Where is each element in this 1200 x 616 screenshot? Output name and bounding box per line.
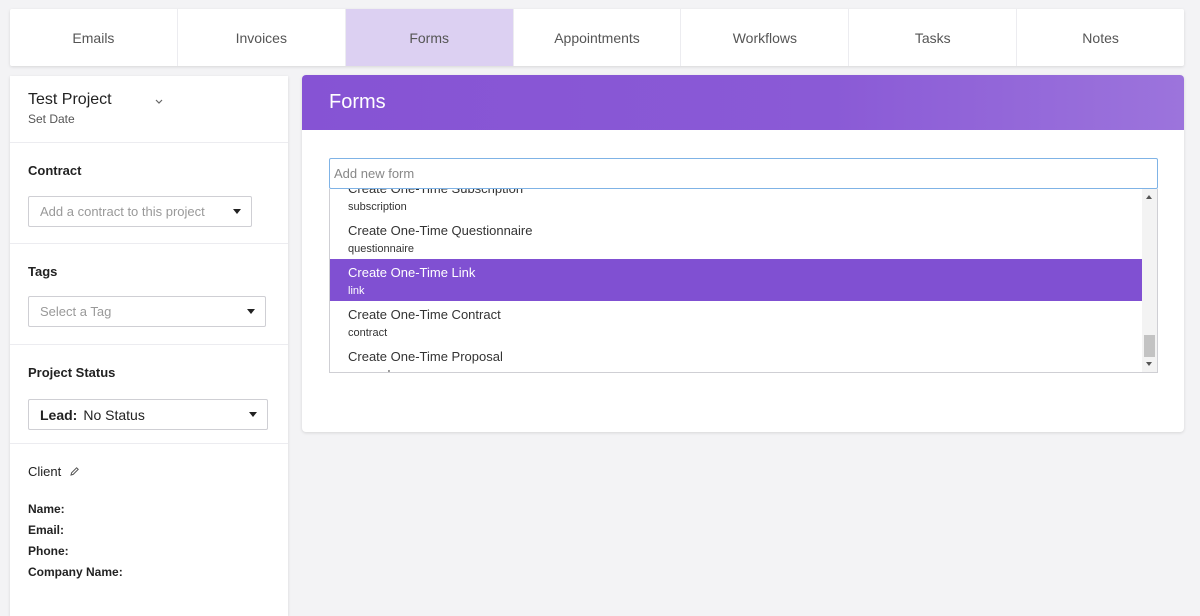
caret-down-icon (247, 309, 255, 314)
project-status-select[interactable]: Lead: No Status (28, 399, 268, 430)
client-company-label: Company Name: (28, 565, 123, 579)
contract-section: Contract Add a contract to this project (10, 143, 288, 244)
contract-label: Contract (28, 163, 82, 178)
pencil-icon[interactable] (69, 466, 80, 477)
option-title: Create One-Time Proposal (348, 349, 503, 364)
tab-forms[interactable]: Forms (345, 9, 514, 66)
option-proposal[interactable]: Create One-Time Proposal proposal (330, 343, 1142, 372)
option-subtitle: contract (348, 327, 388, 339)
scrollbar-thumb[interactable] (1144, 335, 1155, 357)
add-form-combobox: Create One-Time Subscription subscriptio… (329, 158, 1158, 373)
client-email-label: Email: (28, 523, 65, 537)
caret-down-icon (233, 209, 241, 214)
tab-tasks[interactable]: Tasks (849, 9, 1018, 66)
tab-invoices[interactable]: Invoices (178, 9, 346, 66)
tab-workflows[interactable]: Workflows (681, 9, 850, 66)
form-options-list[interactable]: Create One-Time Subscription subscriptio… (329, 189, 1158, 373)
option-title: Create One-Time Questionnaire (348, 223, 533, 238)
project-status-label: Project Status (28, 365, 116, 380)
client-header: Client (28, 464, 270, 479)
list-scrollbar[interactable] (1142, 189, 1157, 372)
status-prefix: Lead: (40, 406, 78, 423)
tags-section: Tags Select a Tag (10, 244, 288, 345)
option-title: Create One-Time Contract (348, 307, 501, 322)
tab-appointments[interactable]: Appointments (514, 9, 682, 66)
option-questionnaire[interactable]: Create One-Time Questionnaire questionna… (330, 217, 1142, 259)
option-subtitle: subscription (348, 201, 407, 213)
add-form-input[interactable] (329, 158, 1158, 189)
option-subscription[interactable]: Create One-Time Subscription subscriptio… (330, 189, 1142, 217)
caret-down-icon (249, 412, 257, 417)
scroll-up-icon[interactable] (1146, 195, 1152, 199)
option-link[interactable]: Create One-Time Link link (330, 259, 1142, 301)
status-section: Project Status Lead: No Status (10, 345, 288, 444)
status-value: No Status (83, 406, 145, 423)
client-name-label: Name: (28, 502, 65, 516)
scroll-down-icon[interactable] (1146, 362, 1152, 366)
option-title: Create One-Time Link (348, 265, 476, 280)
client-section: Client Name: Email: Phone: Company Name: (10, 444, 288, 583)
project-set-date[interactable]: Set Date (28, 112, 270, 126)
tags-label: Tags (28, 264, 58, 279)
tag-select-placeholder: Select a Tag (40, 304, 112, 319)
option-title: Create One-Time Subscription (348, 189, 1124, 197)
option-subtitle: questionnaire (348, 243, 415, 255)
client-fields: Name: Email: Phone: Company Name: (28, 499, 270, 583)
top-tab-bar: Emails Invoices Forms Appointments Workf… (10, 9, 1184, 66)
client-label: Client (28, 464, 62, 479)
tag-select[interactable]: Select a Tag (28, 296, 266, 327)
client-phone-label: Phone: (28, 544, 69, 558)
forms-panel: Forms Create One-Time Subscription subsc… (302, 75, 1184, 432)
option-contract[interactable]: Create One-Time Contract contract (330, 301, 1142, 343)
project-status-value: Lead: No Status (40, 407, 145, 423)
option-subtitle: proposal (348, 369, 1124, 372)
contract-select[interactable]: Add a contract to this project (28, 196, 252, 227)
contract-select-placeholder: Add a contract to this project (40, 204, 205, 219)
project-name: Test Project (28, 91, 112, 108)
project-sidebar: Test Project Set Date Contract Add a con… (10, 76, 288, 616)
project-header: Test Project Set Date (10, 76, 288, 143)
tab-emails[interactable]: Emails (10, 9, 178, 66)
form-options-inner: Create One-Time Subscription subscriptio… (330, 189, 1142, 372)
chevron-down-icon[interactable] (153, 96, 165, 106)
forms-title: Forms (302, 75, 1184, 130)
tab-notes[interactable]: Notes (1017, 9, 1184, 66)
option-subtitle: link (348, 285, 365, 297)
